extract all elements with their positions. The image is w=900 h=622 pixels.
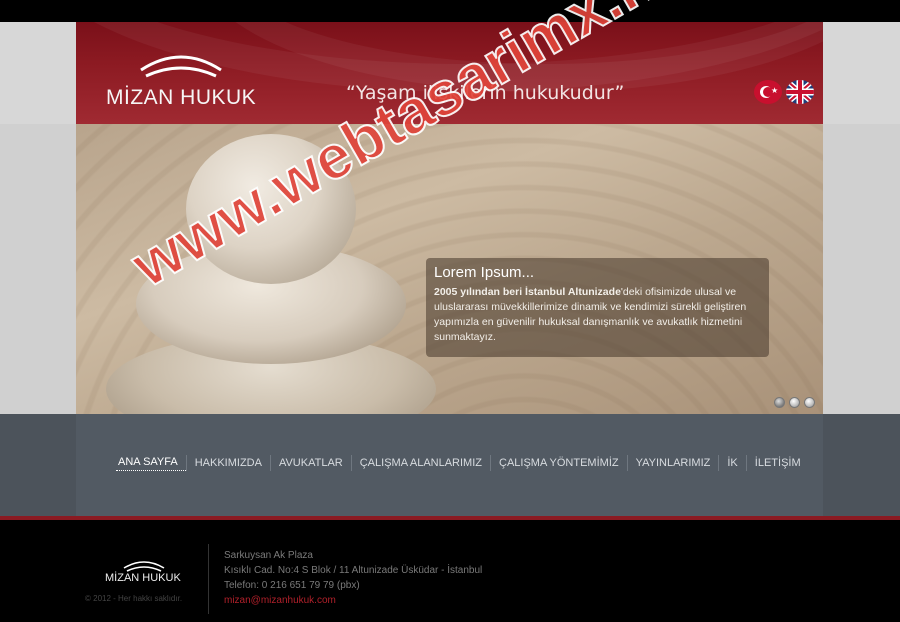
nav-item-ana-sayfa[interactable]: ANA SAYFA xyxy=(116,454,186,471)
top-bar xyxy=(0,0,900,22)
nav-band: ANA SAYFA HAKKIMIZDA AVUKATLAR ÇALIŞMA A… xyxy=(0,414,900,518)
logo-text: MİZAN HUKUK xyxy=(106,86,257,109)
main-nav: ANA SAYFA HAKKIMIZDA AVUKATLAR ÇALIŞMA A… xyxy=(76,414,823,518)
slider-dot[interactable] xyxy=(804,397,815,408)
caption-body: 2005 yılından beri İstanbul Altunizade'd… xyxy=(434,285,761,345)
nav-item-calisma-yontemimiz[interactable]: ÇALIŞMA YÖNTEMİMİZ xyxy=(490,454,627,471)
footer-divider xyxy=(208,544,209,614)
address-line: Sarkuysan Ak Plaza xyxy=(224,550,313,561)
caption-bold: 2005 yılından beri İstanbul Altunizade xyxy=(434,286,621,298)
copyright: © 2012 - Her hakkı saklıdır. xyxy=(85,594,183,603)
caption-title: Lorem Ipsum... xyxy=(434,264,535,281)
footer-logo-text: MİZAN HUKUK xyxy=(105,572,181,584)
turkish-flag-icon[interactable]: ★ xyxy=(754,80,782,104)
address-line: Kısıklı Cad. No:4 S Blok / 11 Altunizade… xyxy=(224,565,483,576)
slider-pagination xyxy=(774,397,815,408)
slider-dot[interactable] xyxy=(789,397,800,408)
phone-number: Telefon: 0 216 651 79 79 (pbx) xyxy=(224,580,360,591)
slider-dot[interactable] xyxy=(774,397,785,408)
footer: MİZAN HUKUK © 2012 - Her hakkı saklıdır.… xyxy=(0,520,900,622)
site-logo[interactable]: MİZAN HUKUK xyxy=(106,46,257,109)
footer-contact: Sarkuysan Ak Plaza Kısıklı Cad. No:4 S B… xyxy=(224,548,482,608)
nav-item-iletisim[interactable]: İLETİŞİM xyxy=(745,454,809,471)
nav-item-yayinlarimiz[interactable]: YAYINLARIMIZ xyxy=(626,454,719,471)
nav-item-avukatlar[interactable]: AVUKATLAR xyxy=(269,454,351,471)
email-link[interactable]: mizan@mizanhukuk.com xyxy=(224,593,482,608)
nav-item-ik[interactable]: İK xyxy=(718,454,745,471)
scales-logo-icon xyxy=(140,55,222,78)
nav-item-calisma-alanlarimiz[interactable]: ÇALIŞMA ALANLARIMIZ xyxy=(350,454,490,471)
slider-caption: Lorem Ipsum... 2005 yılından beri İstanb… xyxy=(426,258,769,357)
slider-band: Lorem Ipsum... 2005 yılından beri İstanb… xyxy=(0,124,900,414)
nav-item-hakkimizda[interactable]: HAKKIMIZDA xyxy=(185,454,270,471)
uk-flag-icon[interactable] xyxy=(786,80,814,104)
footer-logo[interactable]: MİZAN HUKUK xyxy=(105,556,185,586)
